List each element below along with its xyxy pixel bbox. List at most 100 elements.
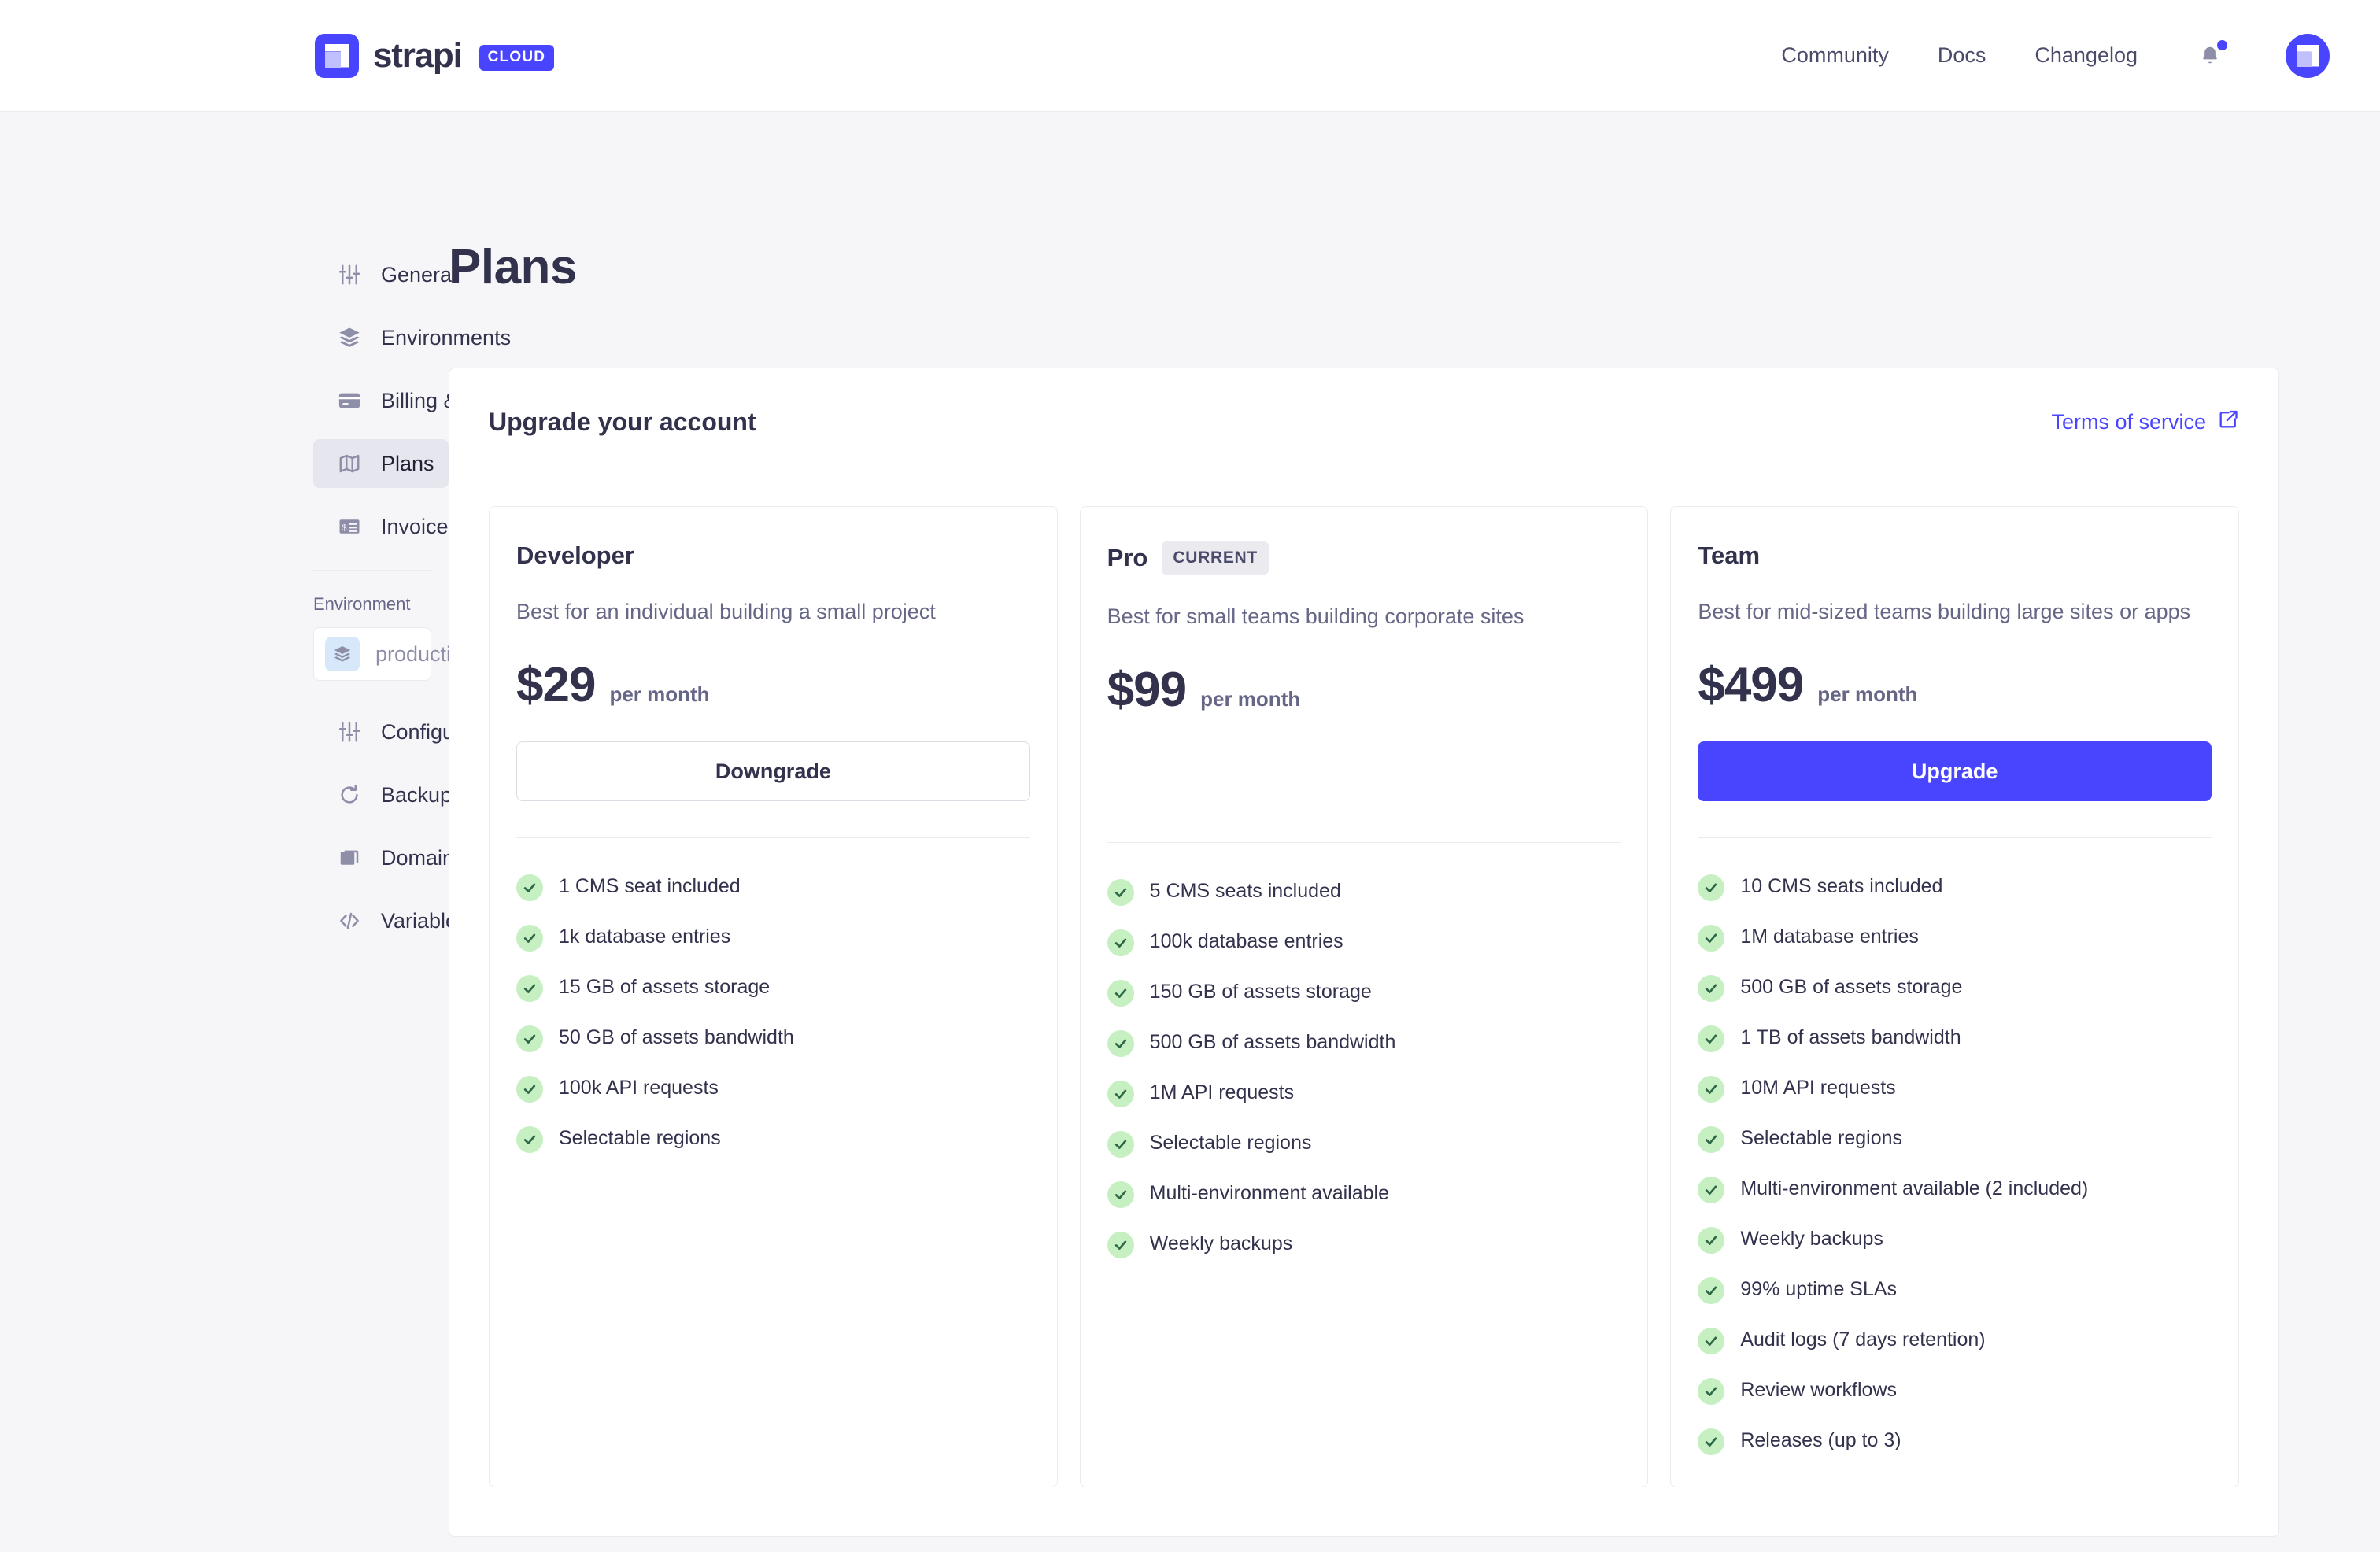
terms-of-service-link[interactable]: Terms of service [2051,408,2239,436]
sidebar-item-plans[interactable]: Plans [313,439,449,488]
plan-divider [1107,842,1621,843]
layers-icon [325,637,360,671]
feature-label: 500 GB of assets storage [1740,974,1962,1001]
list-item: 1 TB of assets bandwidth [1698,1024,2212,1052]
status-badge: CURRENT [1162,541,1269,575]
terms-of-service-label: Terms of service [2051,410,2206,434]
list-item: 1k database entries [516,923,1030,952]
environment-select[interactable]: production [313,627,431,681]
sliders-icon [337,262,362,287]
plan-name: Pro [1107,544,1148,572]
feature-label: Audit logs (7 days retention) [1740,1326,1985,1354]
plan-period: per month [609,682,709,707]
plan-cards: Developer Best for an individual buildin… [489,506,2239,1487]
check-icon [516,874,543,901]
check-icon [516,975,543,1002]
sidebar-item-label: Plans [381,452,434,476]
list-item: 150 GB of assets storage [1107,978,1621,1007]
nav-link-community[interactable]: Community [1781,43,1889,68]
check-icon [1107,879,1134,906]
sidebar: General Environments Billing & Usage [0,112,449,959]
sidebar-item-label: Invoices [381,515,459,539]
feature-label: Weekly backups [1150,1230,1293,1258]
plan-card-developer: Developer Best for an individual buildin… [489,506,1058,1487]
check-icon [1698,1177,1724,1203]
upgrade-panel: Upgrade your account Terms of service [449,368,2279,1537]
downgrade-button[interactable]: Downgrade [516,741,1030,801]
plan-period: per month [1200,687,1300,711]
feature-label: 1M API requests [1150,1079,1294,1107]
plan-header: Team [1698,541,2212,570]
plan-feature-list: 5 CMS seats included 100k database entri… [1107,878,1621,1258]
feature-label: 99% uptime SLAs [1740,1276,1897,1303]
plan-action-placeholder [1107,746,1621,806]
strapi-logo-icon [315,34,359,78]
panel-header: Upgrade your account Terms of service [489,408,2239,437]
sidebar-item-label: General [381,263,456,287]
list-item: 1M API requests [1107,1079,1621,1107]
list-item: Selectable regions [1107,1129,1621,1158]
check-icon [1107,1232,1134,1258]
list-item: 15 GB of assets storage [516,974,1030,1002]
brand-logo[interactable]: strapi CLOUD [315,34,554,78]
feature-label: 5 CMS seats included [1150,878,1341,905]
feature-label: 50 GB of assets bandwidth [559,1024,794,1051]
sidebar-item-billing-usage[interactable]: Billing & Usage [313,376,449,425]
sidebar-item-configuration[interactable]: Configuration [313,708,449,756]
plan-description: Best for mid-sized teams building large … [1698,597,2212,627]
plan-price-row: $499 per month [1698,657,2212,713]
list-item: Selectable regions [516,1125,1030,1153]
plan-name: Developer [516,541,634,570]
list-item: Multi-environment available [1107,1180,1621,1208]
list-item: 10M API requests [1698,1074,2212,1103]
notifications-button[interactable] [2194,39,2226,73]
plan-price-row: $99 per month [1107,662,1621,718]
check-icon [1698,1076,1724,1103]
check-icon [516,925,543,952]
plan-divider [516,837,1030,838]
plan-description: Best for small teams building corporate … [1107,601,1621,632]
list-item: Weekly backups [1698,1225,2212,1254]
check-icon [1107,929,1134,956]
list-item: Selectable regions [1698,1125,2212,1153]
nav-link-changelog[interactable]: Changelog [2034,43,2138,68]
notification-dot-icon [2217,40,2227,50]
upgrade-button[interactable]: Upgrade [1698,741,2212,801]
plan-price: $29 [516,657,595,713]
plan-description: Best for an individual building a small … [516,597,1030,627]
check-icon [1698,874,1724,901]
sidebar-item-backups[interactable]: Backups [313,770,449,819]
refresh-icon [337,782,362,807]
sidebar-item-variables[interactable]: Variables [313,896,449,945]
list-item: 100k database entries [1107,928,1621,956]
nav-link-docs[interactable]: Docs [1938,43,1986,68]
feature-label: 1k database entries [559,923,730,951]
feature-label: Releases (up to 3) [1740,1427,1901,1454]
list-item: Weekly backups [1107,1230,1621,1258]
feature-label: 10M API requests [1740,1074,1895,1102]
check-icon [1698,1428,1724,1455]
feature-label: Review workflows [1740,1376,1897,1404]
sidebar-item-general[interactable]: General [313,250,449,299]
svg-text:$: $ [342,523,347,533]
list-item: 1 CMS seat included [516,873,1030,901]
feature-label: Multi-environment available (2 included) [1740,1175,2088,1203]
check-icon [1698,1328,1724,1354]
cloud-badge: CLOUD [479,45,555,71]
sidebar-item-environments[interactable]: Environments [313,313,449,362]
feature-label: 500 GB of assets bandwidth [1150,1029,1396,1056]
top-bar: strapi CLOUD Community Docs Changelog [0,0,2380,112]
plan-price: $499 [1698,657,1803,713]
plan-header: Pro CURRENT [1107,541,1621,575]
main-content: Plans Upgrade your account Terms of serv… [449,112,2380,1537]
check-icon [1107,980,1134,1007]
plan-price-row: $29 per month [516,657,1030,713]
sidebar-item-invoices[interactable]: $ Invoices [313,502,449,551]
list-item: Audit logs (7 days retention) [1698,1326,2212,1354]
check-icon [1698,1025,1724,1052]
avatar[interactable] [2286,34,2330,78]
check-icon [516,1126,543,1153]
environment-section-label: Environment [313,594,449,615]
list-item: 1M database entries [1698,923,2212,952]
sidebar-item-domains[interactable]: Domains [313,833,449,882]
